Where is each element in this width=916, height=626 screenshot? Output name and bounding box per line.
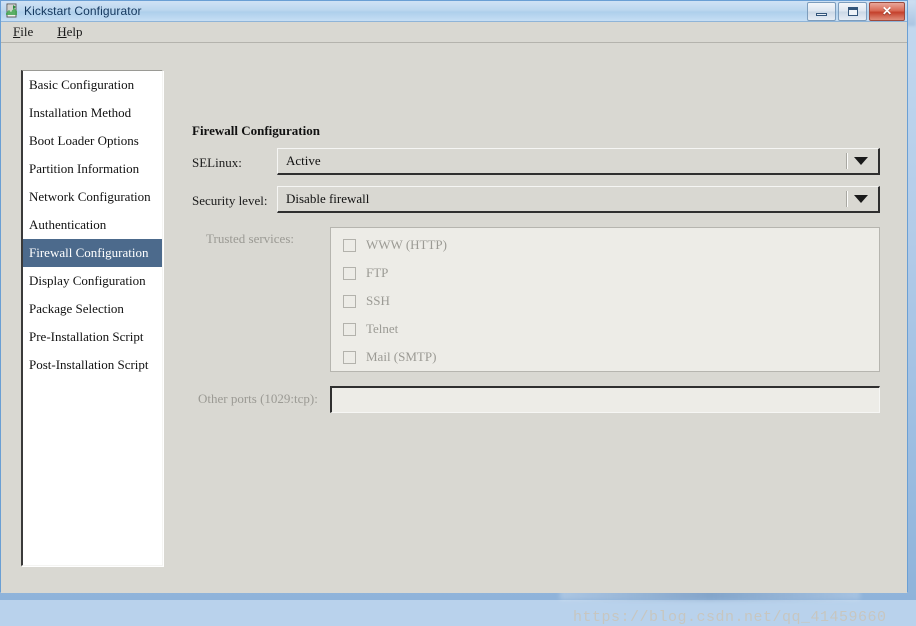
trusted-service-label: FTP [366,265,389,280]
menu-bar: File Help [1,22,907,43]
maximize-icon [848,7,858,16]
trusted-services-group: WWW (HTTP) FTP SSH Telnet Mail (SMTP) [330,227,880,372]
sidebar-item-basic-configuration[interactable]: Basic Configuration [23,71,162,99]
sidebar-item-authentication[interactable]: Authentication [23,211,162,239]
sidebar-item-network-configuration[interactable]: Network Configuration [23,183,162,211]
selinux-value: Active [286,153,321,168]
sidebar-item-post-installation-script[interactable]: Post-Installation Script [23,351,162,379]
security-level-separator [846,191,848,207]
window-content: Basic Configuration Installation Method … [1,43,907,626]
security-level-value: Disable firewall [286,191,370,206]
trusted-service-label: Mail (SMTP) [366,349,437,364]
window-title: Kickstart Configurator [24,4,142,18]
sidebar-item-partition-information[interactable]: Partition Information [23,155,162,183]
watermark-text: https://blog.csdn.net/qq_41459660 [573,609,887,626]
app-icon [4,3,20,19]
trusted-service-www-http[interactable]: WWW (HTTP) [343,237,447,253]
other-ports-label: Other ports (1029:tcp): [198,391,318,406]
trusted-service-ssh[interactable]: SSH [343,293,390,309]
sidebar-item-installation-method[interactable]: Installation Method [23,99,162,127]
window-controls: ✕ [807,2,905,21]
trusted-service-label: WWW (HTTP) [366,237,447,252]
trusted-service-telnet[interactable]: Telnet [343,321,398,337]
checkbox-ssh[interactable] [343,294,356,308]
trusted-services-label: Trusted services: [206,231,294,246]
chevron-down-icon [854,157,868,165]
selinux-label: SELinux: [192,155,242,170]
security-level-label: Security level: [192,193,268,208]
trusted-service-mail-smtp[interactable]: Mail (SMTP) [343,349,436,365]
sidebar-item-firewall-configuration[interactable]: Firewall Configuration [23,239,162,267]
checkbox-mail-smtp[interactable] [343,350,356,364]
menu-item-help[interactable]: Help [53,23,86,41]
kickstart-configurator-window: Kickstart Configurator ✕ File Help Basic… [0,0,908,626]
sidebar-item-boot-loader-options[interactable]: Boot Loader Options [23,127,162,155]
trusted-service-ftp[interactable]: FTP [343,265,388,281]
menu-item-file[interactable]: File [9,23,37,41]
title-bar: Kickstart Configurator ✕ [1,1,907,22]
chevron-down-icon [854,195,868,203]
minimize-icon [816,13,827,16]
checkbox-telnet[interactable] [343,322,356,336]
checkbox-ftp[interactable] [343,266,356,280]
page-title: Firewall Configuration [192,123,320,138]
configuration-sections-list[interactable]: Basic Configuration Installation Method … [21,70,163,566]
security-level-dropdown[interactable]: Disable firewall [277,186,880,213]
sidebar-item-display-configuration[interactable]: Display Configuration [23,267,162,295]
selinux-dropdown[interactable]: Active [277,148,880,175]
other-ports-input[interactable] [330,386,880,413]
sidebar-item-package-selection[interactable]: Package Selection [23,295,162,323]
selinux-separator [846,153,848,169]
trusted-service-label: SSH [366,293,390,308]
close-icon: ✕ [881,4,893,18]
minimize-button[interactable] [807,2,836,21]
checkbox-www-http[interactable] [343,238,356,252]
screen: Kickstart Configurator ✕ File Help Basic… [0,0,916,626]
maximize-button[interactable] [838,2,867,21]
trusted-service-label: Telnet [366,321,399,336]
close-button[interactable]: ✕ [869,2,905,21]
sidebar-item-pre-installation-script[interactable]: Pre-Installation Script [23,323,162,351]
